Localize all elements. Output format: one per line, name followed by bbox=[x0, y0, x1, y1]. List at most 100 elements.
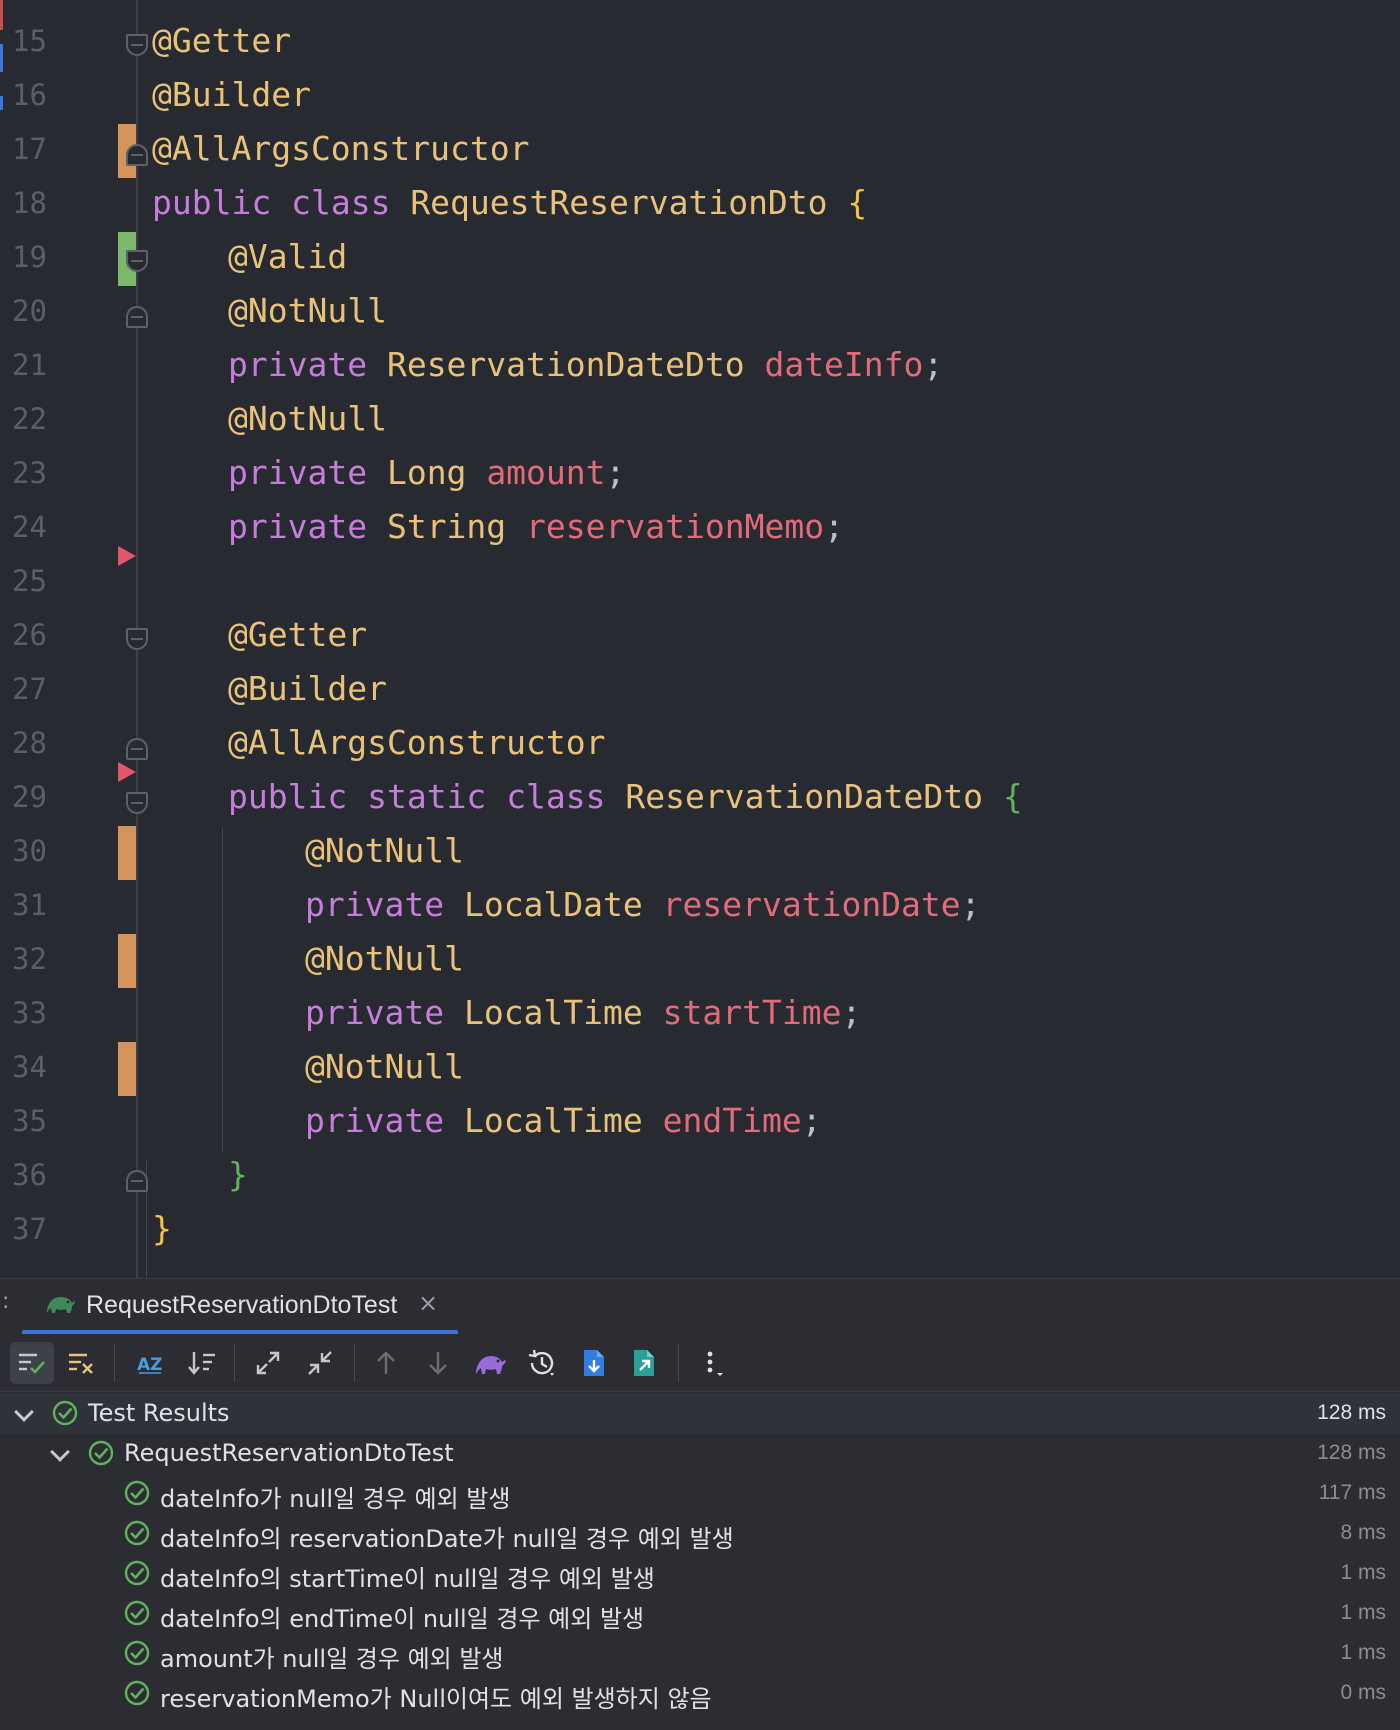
code-line[interactable]: 17 @AllArgsConstructor bbox=[0, 122, 1400, 176]
code-line[interactable]: 28 @AllArgsConstructor bbox=[0, 716, 1400, 770]
test-history-icon[interactable] bbox=[520, 1342, 564, 1384]
sort-by-duration-icon[interactable] bbox=[180, 1342, 224, 1384]
code-line[interactable]: 27 @Builder bbox=[0, 662, 1400, 716]
code-line[interactable]: 20 @NotNull bbox=[0, 284, 1400, 338]
test-case-row[interactable]: dateInfo의 endTime이 null일 경우 예외 발생 1 ms bbox=[0, 1593, 1400, 1633]
code-line[interactable]: 15 @Getter bbox=[0, 14, 1400, 68]
code-text[interactable]: private ReservationDateDto dateInfo; bbox=[228, 338, 943, 392]
test-case-row[interactable]: amount가 null일 경우 예외 발생 1 ms bbox=[0, 1633, 1400, 1673]
code-text[interactable]: } bbox=[228, 1148, 248, 1202]
line-number[interactable]: 33 bbox=[12, 986, 47, 1040]
code-text[interactable]: private LocalTime startTime; bbox=[305, 986, 861, 1040]
code-text[interactable]: @NotNull bbox=[228, 284, 387, 338]
code-line[interactable]: 32 @NotNull bbox=[0, 932, 1400, 986]
line-number[interactable]: 15 bbox=[12, 14, 47, 68]
line-number[interactable]: 25 bbox=[12, 554, 47, 608]
code-text[interactable]: @NotNull bbox=[228, 392, 387, 446]
line-number[interactable]: 27 bbox=[12, 662, 47, 716]
code-text[interactable]: @Getter bbox=[228, 608, 367, 662]
tab-options-dots[interactable]: : bbox=[2, 1289, 9, 1314]
code-text[interactable]: private Long amount; bbox=[228, 446, 625, 500]
code-text[interactable]: private LocalTime endTime; bbox=[305, 1094, 822, 1148]
collapse-all-icon[interactable] bbox=[298, 1342, 342, 1384]
line-number[interactable]: 22 bbox=[12, 392, 47, 446]
code-text[interactable]: @Builder bbox=[228, 662, 387, 716]
line-number[interactable]: 19 bbox=[12, 230, 47, 284]
export-tests-icon[interactable] bbox=[622, 1342, 666, 1384]
line-number[interactable]: 17 bbox=[12, 122, 47, 176]
line-number[interactable]: 35 bbox=[12, 1094, 47, 1148]
code-text[interactable]: private LocalDate reservationDate; bbox=[305, 878, 981, 932]
previous-test-icon[interactable] bbox=[364, 1342, 408, 1384]
line-number[interactable]: 30 bbox=[12, 824, 47, 878]
chevron-down-icon[interactable] bbox=[50, 1442, 70, 1462]
code-text[interactable]: } bbox=[152, 1202, 172, 1256]
line-number[interactable]: 21 bbox=[12, 338, 47, 392]
line-number[interactable]: 28 bbox=[12, 716, 47, 770]
line-number[interactable]: 20 bbox=[12, 284, 47, 338]
code-text[interactable]: public static class ReservationDateDto { bbox=[228, 770, 1023, 824]
line-number[interactable]: 32 bbox=[12, 932, 47, 986]
code-text[interactable]: @Builder bbox=[152, 68, 311, 122]
expand-all-icon[interactable] bbox=[246, 1342, 290, 1384]
close-tab-icon[interactable]: × bbox=[418, 1289, 438, 1317]
line-number[interactable]: 23 bbox=[12, 446, 47, 500]
line-number[interactable]: 24 bbox=[12, 500, 47, 554]
line-number[interactable]: 31 bbox=[12, 878, 47, 932]
line-number[interactable]: 16 bbox=[12, 68, 47, 122]
sort-alphabetically-icon[interactable]: AZ bbox=[128, 1342, 172, 1384]
test-case-duration: 1 ms bbox=[1340, 1561, 1386, 1584]
tab-run-configuration[interactable]: RequestReservationDtoTest × bbox=[22, 1279, 458, 1335]
line-number[interactable]: 36 bbox=[12, 1148, 47, 1202]
test-results-tree[interactable]: Test Results 128 ms RequestReservationDt… bbox=[0, 1393, 1400, 1730]
code-line[interactable]: 31 private LocalDate reservationDate; bbox=[0, 878, 1400, 932]
test-case-row[interactable]: dateInfo의 reservationDate가 null일 경우 예외 발… bbox=[0, 1513, 1400, 1553]
code-text[interactable]: @Getter bbox=[152, 14, 291, 68]
test-suite-row[interactable]: RequestReservationDtoTest 128 ms bbox=[0, 1433, 1400, 1473]
code-line[interactable]: 21 private ReservationDateDto dateInfo; bbox=[0, 338, 1400, 392]
code-line[interactable]: 18 public class RequestReservationDto { bbox=[0, 176, 1400, 230]
code-line[interactable]: 16 @Builder bbox=[0, 68, 1400, 122]
suite-label: RequestReservationDtoTest bbox=[124, 1439, 454, 1467]
code-line[interactable]: 30 @NotNull bbox=[0, 824, 1400, 878]
more-options-icon[interactable] bbox=[692, 1342, 736, 1384]
test-results-root-row[interactable]: Test Results 128 ms bbox=[0, 1393, 1400, 1433]
code-line[interactable]: 29 public static class ReservationDateDto… bbox=[0, 770, 1400, 824]
code-line[interactable]: 37} bbox=[0, 1202, 1400, 1256]
code-line[interactable]: 24 private String reservationMemo; bbox=[0, 500, 1400, 554]
line-number[interactable]: 34 bbox=[12, 1040, 47, 1094]
line-number[interactable]: 37 bbox=[12, 1202, 47, 1256]
code-text[interactable]: @AllArgsConstructor bbox=[152, 122, 530, 176]
code-line[interactable]: 19 @Valid bbox=[0, 230, 1400, 284]
code-line[interactable]: 34 @NotNull bbox=[0, 1040, 1400, 1094]
test-case-row[interactable]: dateInfo의 startTime이 null일 경우 예외 발생 1 ms bbox=[0, 1553, 1400, 1593]
code-text[interactable]: private String reservationMemo; bbox=[228, 500, 844, 554]
code-line[interactable]: 23 private Long amount; bbox=[0, 446, 1400, 500]
code-text[interactable]: @AllArgsConstructor bbox=[228, 716, 606, 770]
chevron-down-icon[interactable] bbox=[14, 1402, 34, 1422]
line-number[interactable]: 26 bbox=[12, 608, 47, 662]
code-text[interactable]: public class RequestReservationDto { bbox=[152, 176, 867, 230]
import-tests-icon[interactable] bbox=[572, 1342, 616, 1384]
next-test-icon[interactable] bbox=[416, 1342, 460, 1384]
gradle-icon[interactable] bbox=[468, 1342, 512, 1384]
test-case-row[interactable]: dateInfo가 null일 경우 예외 발생 117 ms bbox=[0, 1473, 1400, 1513]
code-text[interactable]: @NotNull bbox=[305, 824, 464, 878]
code-line[interactable]: 33 private LocalTime startTime; bbox=[0, 986, 1400, 1040]
code-line[interactable]: 36} bbox=[0, 1148, 1400, 1202]
test-case-row[interactable]: reservationMemo가 Null이여도 예외 발생하지 않음 0 ms bbox=[0, 1673, 1400, 1713]
code-line[interactable]: 25 bbox=[0, 554, 1400, 608]
code-text[interactable]: @Valid bbox=[228, 230, 347, 284]
line-number[interactable]: 18 bbox=[12, 176, 47, 230]
code-line[interactable]: 22 @NotNull bbox=[0, 392, 1400, 446]
show-ignored-icon[interactable] bbox=[60, 1342, 104, 1384]
code-text[interactable]: @NotNull bbox=[305, 1040, 464, 1094]
line-number[interactable]: 29 bbox=[12, 770, 47, 824]
code-line[interactable]: 26 @Getter bbox=[0, 608, 1400, 662]
toolbar-separator bbox=[114, 1344, 115, 1382]
code-editor[interactable]: 15 @Getter 16 @Builder 17 @AllArgsConstructor… bbox=[0, 0, 1400, 1278]
code-text[interactable]: @NotNull bbox=[305, 932, 464, 986]
code-line[interactable]: 35 private LocalTime endTime; bbox=[0, 1094, 1400, 1148]
show-passed-icon[interactable] bbox=[10, 1342, 54, 1384]
